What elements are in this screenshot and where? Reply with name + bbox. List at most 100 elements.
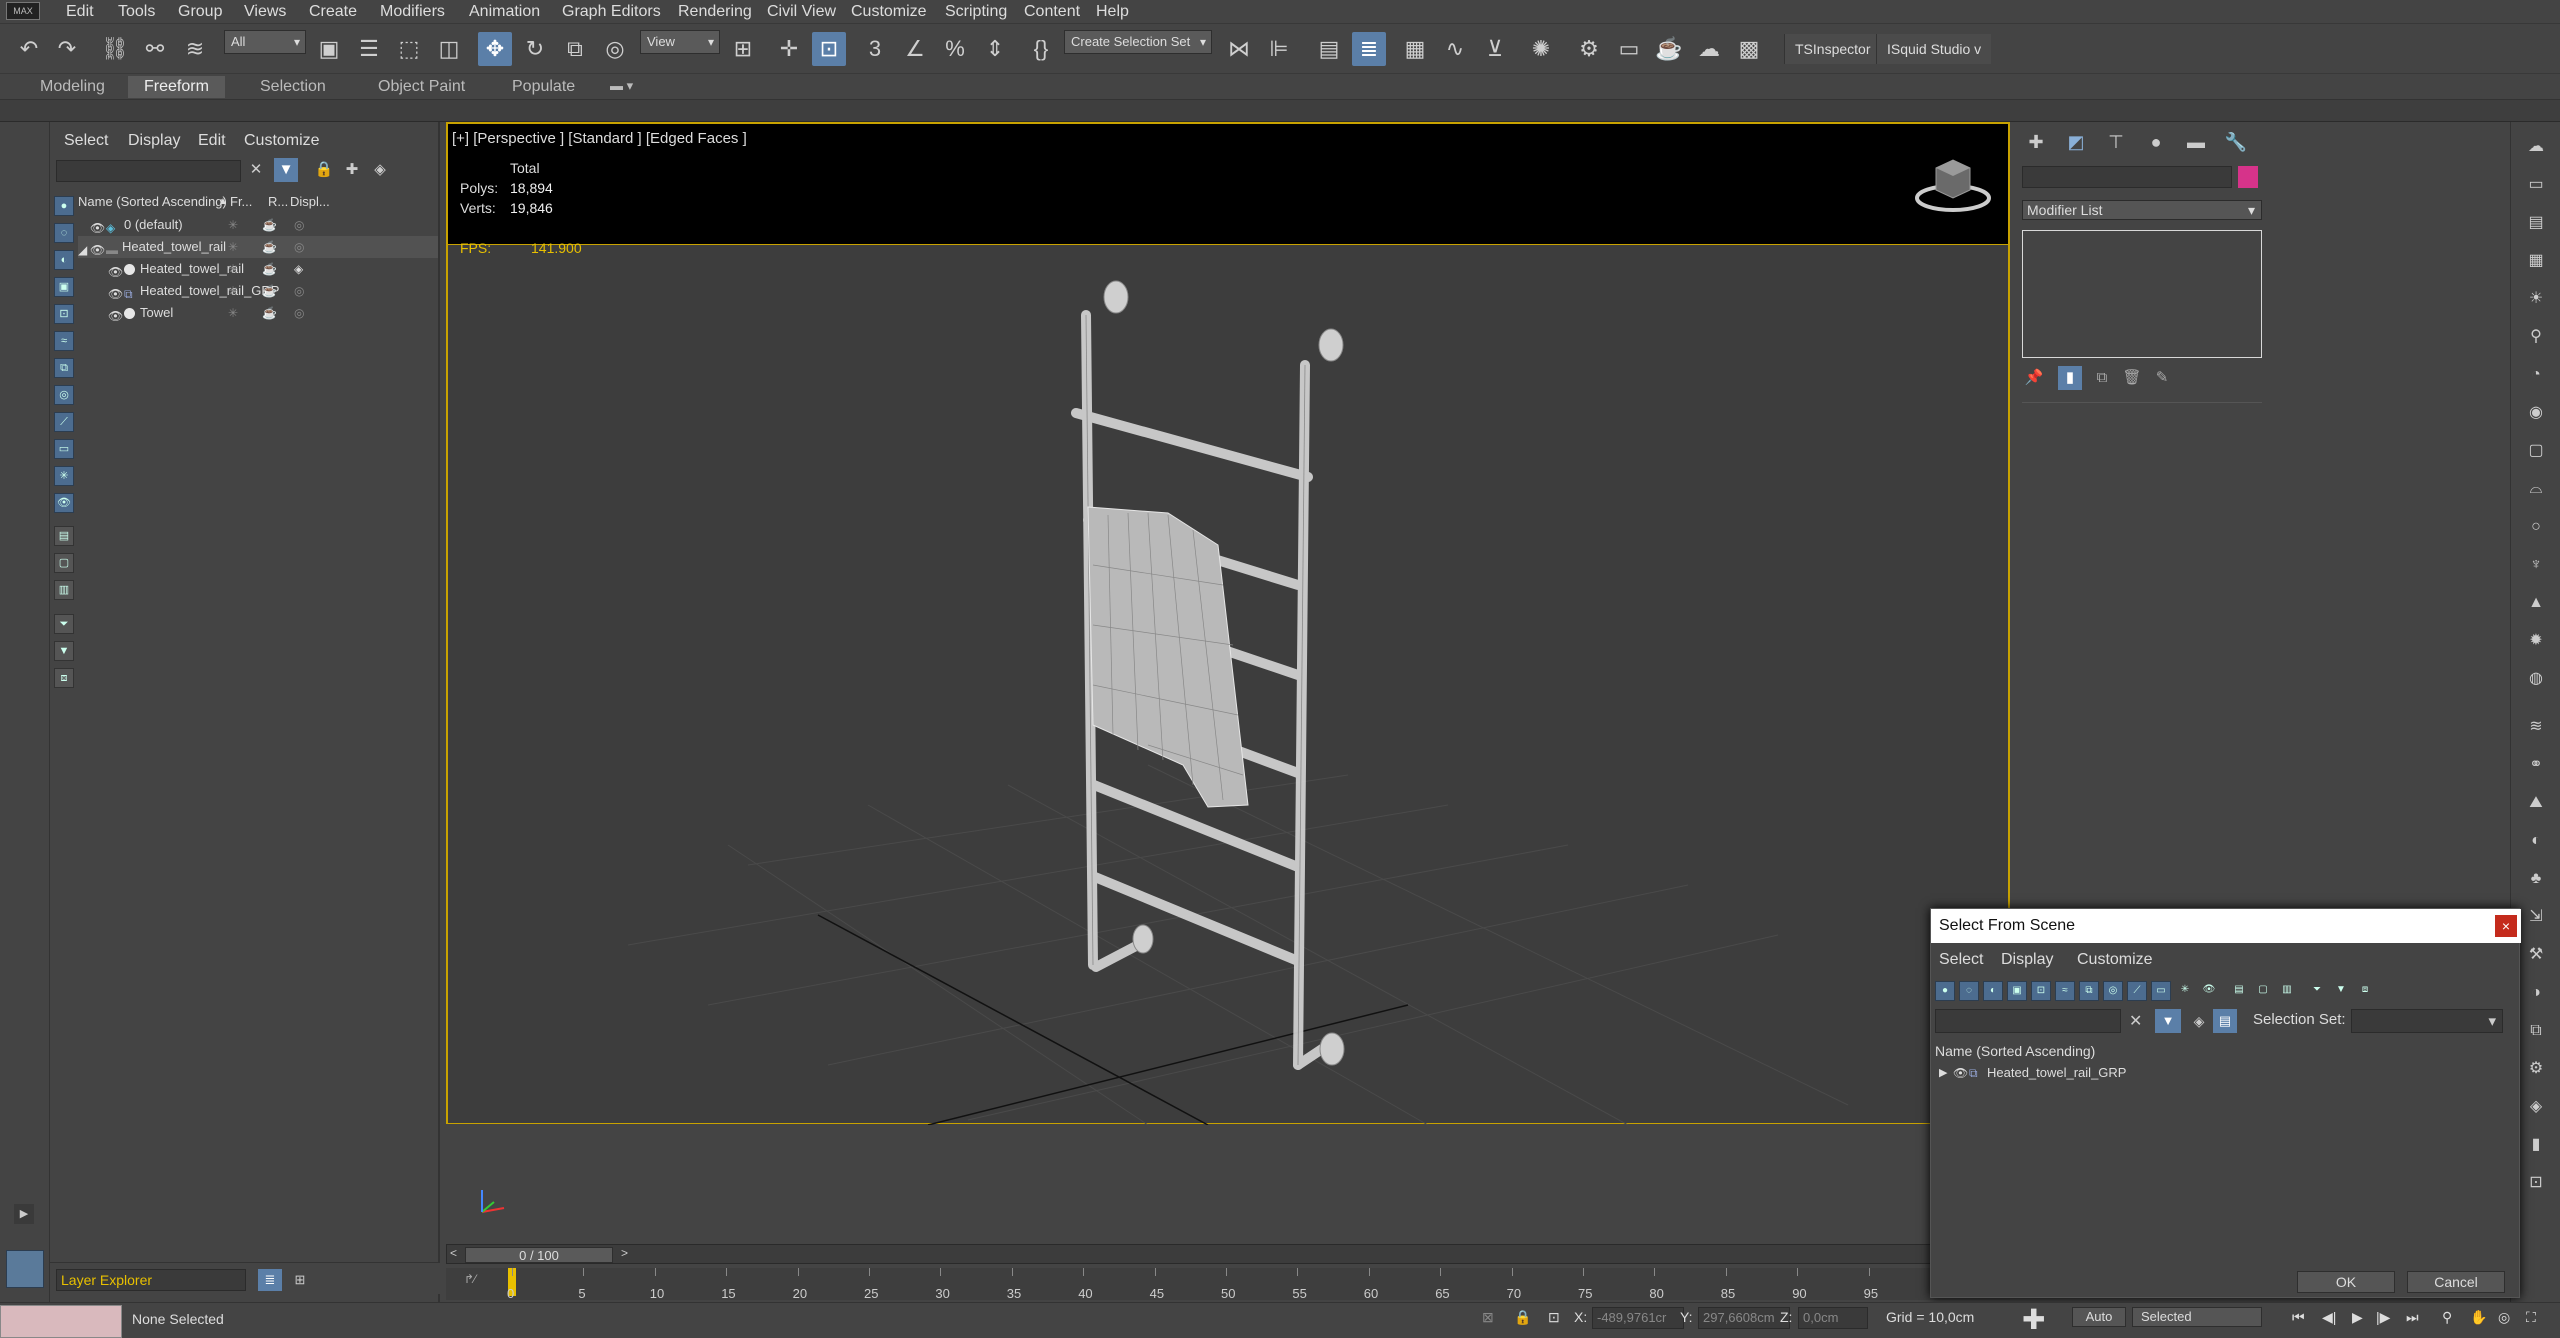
reference-coordinate-dropdown[interactable]: View	[640, 30, 720, 54]
viewport-label-menu[interactable]: [+] [Perspective ] [Standard ] [Edged Fa…	[452, 130, 747, 147]
menu-civil-view[interactable]: Civil View	[767, 3, 836, 21]
explorer-menu-display[interactable]: Display	[128, 132, 180, 150]
align-icon[interactable]: ⊫	[1262, 32, 1296, 66]
display-box-icon[interactable]: ◎	[294, 280, 304, 302]
absolute-mode-icon[interactable]: ⊡	[1548, 1309, 1560, 1326]
menu-help[interactable]: Help	[1096, 3, 1129, 21]
display-box-icon[interactable]: ◎	[294, 236, 304, 258]
menu-group[interactable]: Group	[178, 3, 222, 21]
display-groups-icon[interactable]: ⧉	[54, 358, 74, 378]
mini-curve-editor-icon[interactable]: ↱⁄	[464, 1272, 476, 1286]
menu-edit[interactable]: Edit	[66, 3, 94, 21]
hierarchy-icon[interactable]: ▤	[2213, 1009, 2237, 1033]
snaps-toggle-icon[interactable]: 3	[858, 32, 892, 66]
object-row-heated-towel-rail-grp[interactable]: 👁 ⧉ Heated_towel_rail_GRP ✳ ☕ ◎	[78, 280, 438, 302]
display-bones-icon[interactable]: ⟋	[54, 412, 74, 432]
mirror-icon[interactable]: ⋈	[1222, 32, 1256, 66]
freeze-icon[interactable]: ✳	[228, 258, 238, 280]
maxscript-listener-field[interactable]	[0, 1305, 122, 1338]
modify-tab-icon[interactable]: ◩	[2060, 128, 2092, 156]
pin-stack-icon[interactable]: 📌	[2022, 366, 2046, 390]
pan-icon[interactable]: ✋	[2470, 1309, 2487, 1326]
proxy-icon[interactable]: ⚭	[2524, 754, 2548, 776]
render-production-icon[interactable]: ☕	[1652, 32, 1686, 66]
filter-hidden-icon[interactable]: 👁	[2199, 981, 2219, 1001]
tab-freeform[interactable]: Freeform	[128, 76, 225, 98]
clear-search-icon[interactable]: ✕	[244, 158, 268, 182]
sort-by-hierarchy-icon[interactable]: ⊞	[288, 1269, 312, 1291]
prev-frame-icon[interactable]: <	[450, 1246, 457, 1260]
scene-icon[interactable]: ⛰	[2524, 792, 2548, 814]
layers-icon[interactable]: ◈	[368, 158, 392, 182]
sun-icon[interactable]: ✹	[2524, 630, 2548, 652]
edit-named-selection-icon[interactable]: {}	[1024, 32, 1058, 66]
angle-snap-icon[interactable]: ∠	[898, 32, 932, 66]
globe-icon[interactable]: ◐	[2524, 830, 2548, 852]
dome-light-icon[interactable]: ⌓	[2524, 478, 2548, 500]
make-unique-icon[interactable]: ⧉	[2090, 366, 2114, 390]
scroll-icon[interactable]: ▮	[2524, 1134, 2548, 1156]
freeze-icon[interactable]: ✳	[228, 302, 238, 324]
clear-search-icon[interactable]: ✕	[2129, 1011, 2142, 1031]
spot-light-icon[interactable]: ▲	[2524, 592, 2548, 614]
select-and-scale-icon[interactable]: ⧉	[558, 32, 592, 66]
render-teapot-icon[interactable]: ☕	[262, 258, 277, 280]
display-frozen-icon[interactable]: ✳	[54, 466, 74, 486]
menu-content[interactable]: Content	[1024, 3, 1080, 21]
filter-shapes-icon[interactable]: ◌	[1959, 981, 1979, 1001]
render-icon[interactable]: ☁	[2524, 136, 2548, 158]
x-coordinate-field[interactable]: -489,9761cr	[1592, 1307, 1684, 1329]
selection-set-dropdown[interactable]	[2351, 1009, 2503, 1033]
ok-button[interactable]: OK	[2297, 1271, 2395, 1293]
cancel-button[interactable]: Cancel	[2407, 1271, 2505, 1293]
display-all-icon[interactable]: ▤	[54, 526, 74, 546]
display-layer-icon[interactable]: ◈	[294, 258, 303, 280]
place-icon[interactable]: ◎	[598, 32, 632, 66]
freeze-icon[interactable]: ✳	[228, 214, 238, 236]
freeze-icon[interactable]: ✳	[228, 236, 238, 258]
selection-filter-dropdown[interactable]: All	[224, 30, 306, 54]
menu-animation[interactable]: Animation	[469, 3, 540, 21]
filter-cameras-icon[interactable]: ▣	[2007, 981, 2027, 1001]
z-coordinate-field[interactable]: 0,0cm	[1798, 1307, 1868, 1329]
dialog-filter-icon[interactable]: ▼	[2155, 1009, 2181, 1033]
motion-tab-icon[interactable]: ●	[2140, 128, 2172, 156]
menu-modifiers[interactable]: Modifiers	[380, 3, 445, 21]
menu-create[interactable]: Create	[309, 3, 357, 21]
unlink-icon[interactable]: ⚯	[138, 32, 172, 66]
schematic-view-icon[interactable]: ⊻	[1478, 32, 1512, 66]
column-frozen[interactable]: Fr...	[230, 192, 252, 212]
fur-icon[interactable]: ≋	[2524, 716, 2548, 738]
add-time-tag-icon[interactable]: ✚	[2022, 1303, 2045, 1336]
play-icon[interactable]: ▶	[2352, 1309, 2363, 1326]
lock-icon[interactable]: 🔒	[312, 158, 336, 182]
material-editor-icon[interactable]: ✺	[1524, 32, 1558, 66]
layer-row-heated-towel-rail[interactable]: ◢ 👁 ▬ Heated_towel_rail ✳ ☕ ◎	[78, 236, 438, 258]
object-name-field[interactable]	[2022, 166, 2232, 188]
modifier-list-dropdown[interactable]: Modifier List	[2022, 200, 2262, 220]
layers-icon[interactable]: ◈	[2187, 1009, 2211, 1033]
perspective-viewport[interactable]: [+] [Perspective ] [Standard ] [Edged Fa…	[446, 122, 2010, 1213]
ribbon-options-icon[interactable]: ▬ ▾	[610, 78, 633, 94]
spinner-snap-icon[interactable]: ⇕	[978, 32, 1012, 66]
extra-icon[interactable]: ⊡	[2524, 1172, 2548, 1194]
pivot-center-icon[interactable]: ⊞	[726, 32, 760, 66]
tab-populate[interactable]: Populate	[512, 78, 575, 96]
select-and-rotate-icon[interactable]: ↻	[518, 32, 552, 66]
toggle-layer-explorer-icon[interactable]: ≣	[1352, 32, 1386, 66]
layers-icon[interactable]: ⧉	[2524, 1020, 2548, 1042]
display-none-icon[interactable]: ▢	[54, 553, 74, 573]
filter-containers-icon[interactable]: ▭	[2151, 981, 2171, 1001]
sync-icon[interactable]: ⧈	[2355, 981, 2375, 1001]
time-slider-thumb[interactable]: 0 / 100	[465, 1247, 613, 1263]
ies-light-icon[interactable]: ♆	[2524, 554, 2548, 576]
filter-spacewarps-icon[interactable]: ≈	[2055, 981, 2075, 1001]
dialog-row-heated-towel-rail-grp[interactable]: ▶ 👁 ⧉ Heated_towel_rail_GRP	[1935, 1063, 2515, 1083]
tab-object-paint[interactable]: Object Paint	[378, 78, 465, 96]
percent-snap-icon[interactable]: %	[938, 32, 972, 66]
object-icon[interactable]: ◈	[2524, 1096, 2548, 1118]
filter-funnel-icon[interactable]: ⏷	[2307, 981, 2327, 1001]
named-selection-set-dropdown[interactable]: Create Selection Set	[1064, 30, 1212, 54]
configure-sets-icon[interactable]: ✎	[2150, 366, 2174, 390]
prev-key-icon[interactable]: ◀|	[2322, 1309, 2336, 1326]
